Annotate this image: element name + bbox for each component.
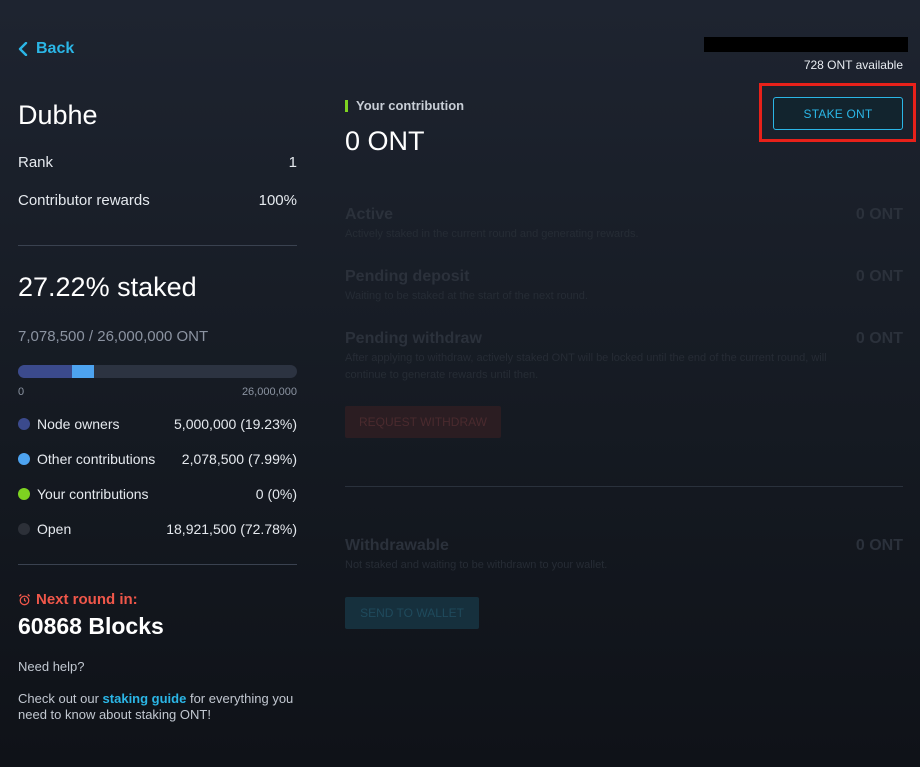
rank-value: 1	[288, 154, 297, 171]
divider	[18, 564, 297, 565]
pending-withdraw-value: 0 ONT	[855, 330, 903, 347]
node-name: Dubhe	[18, 100, 98, 130]
your-contribution-label: Your contribution	[345, 98, 464, 113]
blocks-remaining: 60868 Blocks	[18, 613, 164, 639]
green-marker	[345, 99, 348, 112]
legend-value: 0 (0%)	[255, 486, 297, 502]
request-withdraw-button[interactable]: REQUEST WITHDRAW	[345, 406, 501, 438]
guide-prefix: Check out our	[18, 691, 103, 706]
legend-item: Open 18,921,500 (72.78%)	[18, 521, 297, 537]
open-dot-icon	[18, 523, 30, 535]
back-label: Back	[36, 40, 75, 57]
legend-item: Other contributions 2,078,500 (7.99%)	[18, 451, 297, 467]
legend-label: Your contributions	[37, 486, 149, 502]
stake-progress-bar	[18, 365, 297, 378]
rank-label: Rank	[18, 154, 54, 171]
staking-guide-link[interactable]: staking guide	[103, 691, 187, 706]
active-title: Active	[345, 206, 394, 223]
available-balance: 728 ONT available	[803, 58, 903, 72]
pending-deposit-value: 0 ONT	[855, 268, 903, 285]
staked-amount: 7,078,500 / 26,000,000 ONT	[18, 328, 209, 345]
send-to-wallet-button[interactable]: SEND TO WALLET	[345, 597, 479, 629]
your-contributions-dot-icon	[18, 488, 30, 500]
redacted-wallet-address	[704, 37, 908, 52]
legend-value: 18,921,500 (72.78%)	[166, 521, 297, 537]
pending-deposit-title: Pending deposit	[345, 268, 470, 285]
divider	[18, 245, 297, 246]
withdrawable-desc: Not staked and waiting to be withdrawn t…	[345, 559, 608, 571]
withdrawable-title: Withdrawable	[345, 537, 449, 554]
active-desc: Actively staked in the current round and…	[345, 228, 639, 240]
bar-other-contributions	[72, 365, 94, 378]
need-help-text: Need help?	[18, 659, 85, 674]
node-owners-dot-icon	[18, 418, 30, 430]
pending-withdraw-title: Pending withdraw	[345, 330, 482, 347]
withdrawable-value: 0 ONT	[855, 537, 903, 554]
staking-guide-text: Check out our staking guide for everythi…	[18, 691, 308, 723]
bar-min-label: 0	[18, 386, 25, 398]
bar-node-owners	[18, 365, 72, 378]
legend-label: Open	[37, 521, 72, 537]
rewards-label: Contributor rewards	[18, 192, 150, 209]
alarm-clock-icon	[18, 593, 31, 606]
next-round-text: Next round in:	[36, 591, 138, 608]
your-contribution-value: 0 ONT	[345, 126, 425, 156]
next-round-label: Next round in:	[18, 591, 138, 608]
legend-value: 5,000,000 (19.23%)	[174, 416, 297, 432]
legend-value: 2,078,500 (7.99%)	[181, 451, 297, 467]
rewards-value: 100%	[258, 192, 297, 209]
divider	[345, 486, 903, 487]
legend-label: Node owners	[37, 416, 120, 432]
staked-percent: 27.22% staked	[18, 272, 197, 302]
back-button[interactable]: Back	[18, 40, 74, 58]
active-value: 0 ONT	[855, 206, 903, 223]
chevron-left-icon	[18, 42, 28, 56]
contributor-rewards-row: Contributor rewards 100%	[18, 192, 297, 209]
pending-withdraw-desc: After applying to withdraw, actively sta…	[345, 352, 827, 381]
stake-ont-button[interactable]: STAKE ONT	[773, 97, 903, 130]
legend-label: Other contributions	[37, 451, 156, 467]
your-contribution-text: Your contribution	[356, 98, 465, 113]
bar-max-label: 26,000,000	[241, 386, 297, 398]
rank-row: Rank 1	[18, 154, 297, 171]
other-contributions-dot-icon	[18, 453, 30, 465]
pending-deposit-desc: Waiting to be staked at the start of the…	[345, 290, 588, 302]
legend-item: Your contributions 0 (0%)	[18, 486, 297, 502]
legend-item: Node owners 5,000,000 (19.23%)	[18, 416, 297, 432]
